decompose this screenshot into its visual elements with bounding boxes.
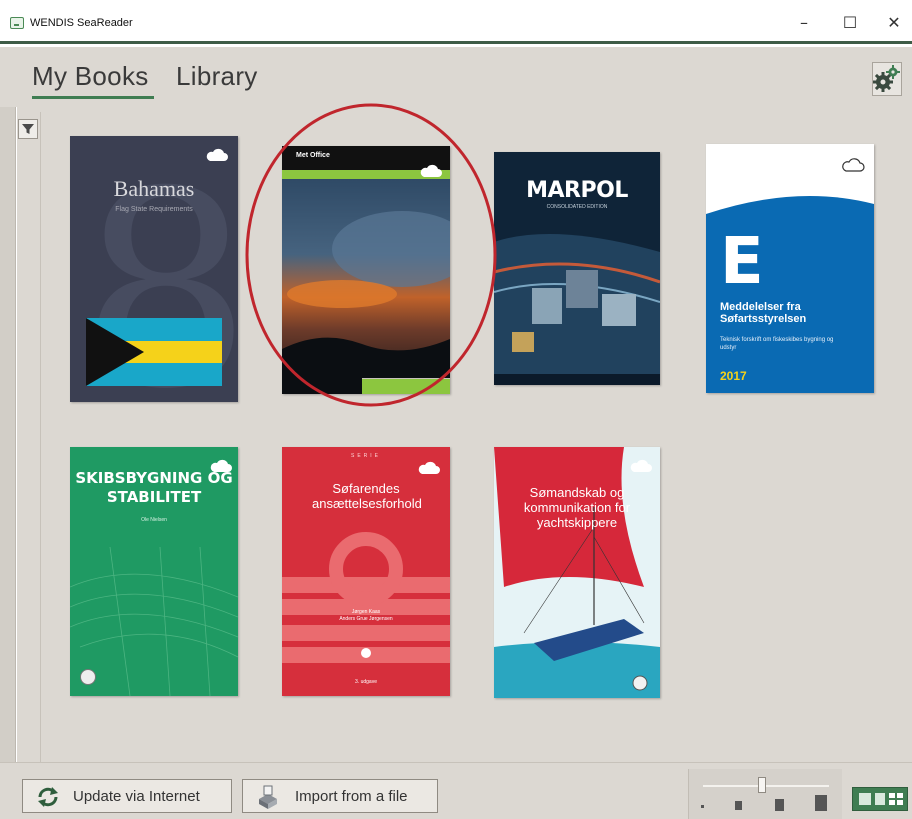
cloud-icon	[210, 459, 232, 472]
tab-library[interactable]: Library	[176, 61, 258, 92]
zoom-slider-thumb[interactable]	[758, 777, 767, 793]
settings-button[interactable]	[872, 62, 902, 96]
gears-icon	[872, 62, 902, 96]
book-bahamas[interactable]: 8 Bahamas Flag State Requirements	[70, 136, 238, 402]
minimize-button[interactable]: –	[790, 12, 818, 34]
cloud-icon	[206, 148, 228, 161]
book-edition: 3. udgave	[355, 679, 377, 685]
book-meddelelser[interactable]: E Meddelelser fra Søfartsstyrelsen Tekni…	[706, 144, 874, 393]
book-subtitle: Flag State Requirements	[115, 206, 193, 213]
app-logo-icon	[10, 17, 24, 29]
book-subtitle: CONSOLIDATED EDITION	[546, 204, 608, 210]
import-from-file-button[interactable]: Import from a file	[242, 779, 438, 813]
book-title: Meddelelser fra Søfartsstyrelsen	[720, 301, 807, 325]
title-bar: WENDIS SeaReader – ☐ ✕	[0, 0, 912, 44]
book-somandskab[interactable]: Sømandskab og kommunikation for yachtski…	[494, 447, 660, 698]
publisher-badge	[80, 669, 96, 685]
book-title: Sømandskab og kommunikation for yachtski…	[523, 485, 631, 530]
book-skibsbygning[interactable]: SKIBSBYGNING OG STABILITET Ole Nielsen	[70, 447, 238, 696]
book-marpol[interactable]: MARPOL CONSOLIDATED EDITION	[494, 152, 660, 385]
cloud-icon	[842, 158, 865, 172]
book-subtitle: Teknisk forskrift om fiskeskibes bygning…	[720, 337, 834, 351]
cloud-icon	[418, 461, 440, 474]
book-met-office[interactable]: Met Office	[282, 146, 450, 394]
view-mode-button[interactable]	[852, 787, 908, 811]
zoom-size-s-icon[interactable]	[735, 801, 742, 810]
import-file-icon	[259, 785, 277, 809]
active-tab-indicator	[32, 96, 154, 99]
grid-view-icon	[859, 793, 903, 805]
update-button-label: Update via Internet	[73, 788, 200, 805]
tab-my-books[interactable]: My Books	[32, 61, 149, 92]
zoom-size-xs-icon[interactable]	[701, 805, 704, 808]
book-authors: Jørgen Kaas Anders Grue Jørgensen	[339, 609, 393, 622]
book-year: 2017	[720, 369, 747, 383]
filter-icon	[22, 124, 34, 134]
bottom-toolbar: Update via Internet Import from a file	[0, 762, 912, 819]
zoom-size-m-icon[interactable]	[775, 799, 784, 811]
sky-photo	[282, 179, 450, 394]
book-title: Bahamas	[113, 176, 195, 201]
side-strip	[0, 107, 16, 762]
publisher-brand: Met Office	[296, 152, 330, 159]
update-via-internet-button[interactable]: Update via Internet	[22, 779, 232, 813]
book-sofarendes[interactable]: SERIE Søfarendes ansættelsesforhold Jørg…	[282, 447, 450, 696]
zoom-panel	[688, 769, 842, 819]
import-button-label: Import from a file	[295, 788, 408, 805]
cloud-icon	[420, 164, 442, 177]
window-title: WENDIS SeaReader	[30, 17, 133, 29]
bahamas-flag	[86, 318, 222, 386]
close-button[interactable]: ✕	[880, 12, 908, 34]
sync-icon	[38, 787, 58, 807]
shelf-divider	[40, 112, 41, 762]
book-author: Ole Nielsen	[141, 517, 167, 523]
cover-footer-stripe	[362, 378, 450, 394]
book-title: MARPOL	[526, 178, 628, 203]
header: My Books Library	[0, 47, 912, 107]
book-title: Søfarendes ansættelsesforhold	[312, 481, 422, 511]
zoom-size-l-icon[interactable]	[815, 795, 827, 811]
filter-button[interactable]	[18, 119, 38, 139]
cloud-icon	[630, 459, 652, 472]
cover-letter: E	[720, 225, 764, 299]
maximize-button[interactable]: ☐	[836, 12, 864, 34]
